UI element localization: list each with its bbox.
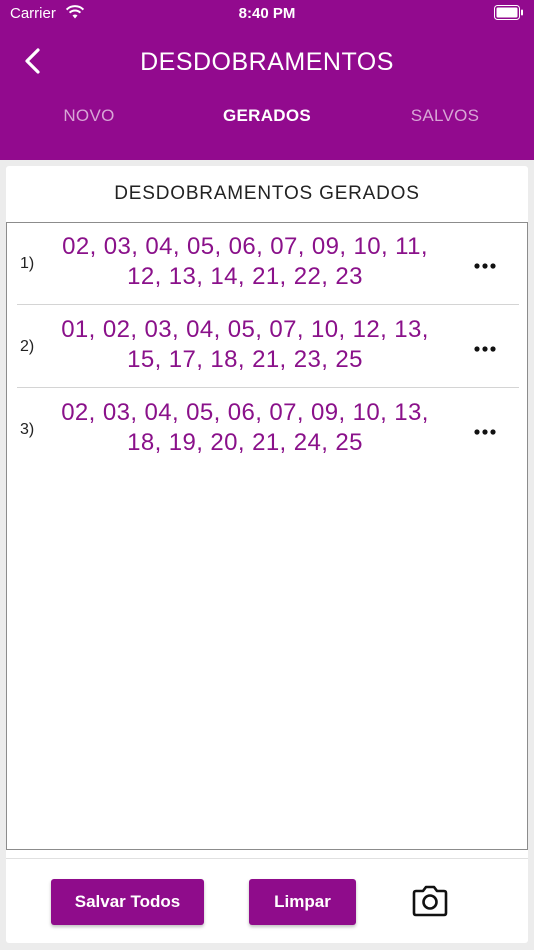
tab-gerados[interactable]: GERADOS xyxy=(178,106,356,126)
tab-novo[interactable]: NOVO xyxy=(0,106,178,126)
status-bar: Carrier 8:40 PM xyxy=(0,0,534,28)
item-index: 1) xyxy=(20,255,35,272)
clear-button[interactable]: Limpar xyxy=(249,879,356,925)
camera-icon xyxy=(412,885,448,922)
list-item: 3) 02, 03, 04, 05, 06, 07, 09, 10, 13, 1… xyxy=(17,389,519,471)
ellipsis-icon xyxy=(474,422,496,440)
item-numbers: 02, 03, 04, 05, 06, 07, 09, 10, 13, 18, … xyxy=(61,399,429,456)
tab-bar: NOVO GERADOS SALVOS xyxy=(0,106,534,150)
results-list[interactable]: 1) 02, 03, 04, 05, 06, 07, 09, 10, 11, 1… xyxy=(6,222,528,850)
tab-salvos[interactable]: SALVOS xyxy=(356,106,534,126)
section-title: DESDOBRAMENTOS GERADOS xyxy=(114,183,420,204)
battery-icon xyxy=(494,5,524,20)
item-index: 3) xyxy=(20,421,35,438)
clock: 8:40 PM xyxy=(238,5,296,22)
ellipsis-icon xyxy=(474,339,496,357)
app-header: Carrier 8:40 PM DESDOBRAMENTOS NOVO GERA… xyxy=(0,0,534,160)
save-all-button[interactable]: Salvar Todos xyxy=(51,879,204,925)
page-title: DESDOBRAMENTOS xyxy=(140,48,394,76)
navigation-bar: DESDOBRAMENTOS xyxy=(0,40,534,86)
ellipsis-icon xyxy=(474,256,496,274)
results-card: DESDOBRAMENTOS GERADOS 1) 02, 03, 04, 05… xyxy=(6,166,528,943)
camera-button[interactable] xyxy=(410,883,450,923)
item-numbers: 02, 03, 04, 05, 06, 07, 09, 10, 11, 12, … xyxy=(62,233,428,290)
footer-toolbar: Salvar Todos Limpar xyxy=(6,858,528,943)
more-options-button[interactable] xyxy=(465,251,505,279)
item-index: 2) xyxy=(20,338,35,355)
more-options-button[interactable] xyxy=(465,417,505,445)
list-item: 1) 02, 03, 04, 05, 06, 07, 09, 10, 11, 1… xyxy=(17,223,519,305)
item-numbers: 01, 02, 03, 04, 05, 07, 10, 12, 13, 15, … xyxy=(61,316,429,373)
more-options-button[interactable] xyxy=(465,334,505,362)
list-item: 2) 01, 02, 03, 04, 05, 07, 10, 12, 13, 1… xyxy=(17,306,519,388)
